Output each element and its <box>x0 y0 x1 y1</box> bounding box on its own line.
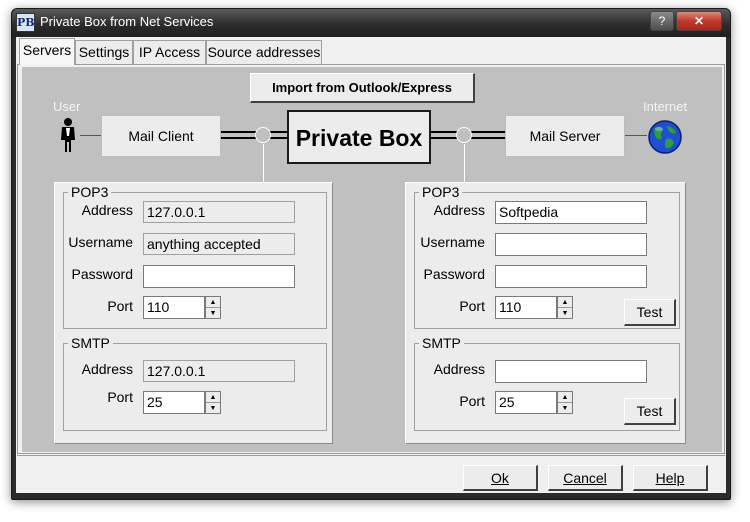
left-pop3-port-stepper[interactable]: ▲ ▼ <box>205 296 221 319</box>
server-link-node <box>456 127 472 143</box>
tab-settings[interactable]: Settings <box>75 40 133 64</box>
right-pop3-username-field[interactable] <box>495 233 647 256</box>
mail-client-box: Mail Client <box>101 115 221 157</box>
right-smtp-port-label: Port <box>459 393 485 409</box>
right-pop3-username-label: Username <box>420 234 485 250</box>
client-link-node <box>255 127 271 143</box>
cancel-button[interactable]: Cancel <box>548 465 623 491</box>
mail-server-box: Mail Server <box>505 115 625 157</box>
client-link-bottom <box>221 137 287 139</box>
stepper-down-icon[interactable]: ▼ <box>558 403 572 414</box>
private-box-node: Private Box <box>287 110 431 164</box>
window-title: Private Box from Net Services <box>40 14 214 29</box>
right-smtp-port-field[interactable]: 25 <box>495 391 557 414</box>
stepper-up-icon[interactable]: ▲ <box>558 297 572 308</box>
stepper-down-icon[interactable]: ▼ <box>206 308 220 319</box>
right-pop3-port-field[interactable]: 110 <box>495 296 557 319</box>
right-pop3-address-label: Address <box>433 202 485 218</box>
client-link-drop <box>263 144 264 182</box>
ok-button[interactable]: Ok <box>463 465 538 491</box>
help-title-button[interactable]: ? <box>650 11 674 31</box>
import-outlook-button[interactable]: Import from Outlook/Express <box>250 73 475 103</box>
right-smtp-port-stepper[interactable]: ▲ ▼ <box>557 391 573 414</box>
footer-divider <box>17 455 725 456</box>
tab-servers[interactable]: Servers <box>19 38 75 65</box>
internet-connector <box>625 135 647 136</box>
user-icon <box>61 118 75 152</box>
stepper-up-icon[interactable]: ▲ <box>558 392 572 403</box>
left-pop3-address-label: Address <box>81 202 133 218</box>
right-smtp-address-label: Address <box>433 361 485 377</box>
left-pop3-password-label: Password <box>71 266 133 282</box>
close-button[interactable]: ✕ <box>676 11 722 31</box>
right-pop3-password-field[interactable] <box>495 265 647 288</box>
client-link-top <box>221 131 287 133</box>
globe-icon <box>648 120 682 154</box>
left-smtp-group <box>63 343 327 431</box>
smtp-test-button[interactable]: Test <box>624 398 676 425</box>
user-connector <box>80 135 101 136</box>
stepper-down-icon[interactable]: ▼ <box>558 308 572 319</box>
right-pop3-port-label: Port <box>459 298 485 314</box>
left-smtp-port-stepper[interactable]: ▲ ▼ <box>205 391 221 414</box>
right-pop3-port-stepper[interactable]: ▲ ▼ <box>557 296 573 319</box>
right-pop3-address-field[interactable]: Softpedia <box>495 201 647 224</box>
left-smtp-address-label: Address <box>81 361 133 377</box>
left-pop3-port-label: Port <box>107 298 133 314</box>
left-pop3-username-field[interactable]: anything accepted <box>143 233 295 255</box>
server-link-drop <box>464 144 465 182</box>
stepper-up-icon[interactable]: ▲ <box>206 297 220 308</box>
left-smtp-address-field[interactable]: 127.0.0.1 <box>143 360 295 382</box>
help-button[interactable]: Help <box>633 465 708 491</box>
tab-source-addresses[interactable]: Source addresses <box>206 40 322 64</box>
left-pop3-legend: POP3 <box>68 185 112 199</box>
right-smtp-address-field[interactable] <box>495 360 647 383</box>
left-pop3-port-field[interactable]: 110 <box>143 296 205 319</box>
pop3-test-button[interactable]: Test <box>624 299 676 326</box>
right-smtp-legend: SMTP <box>419 336 464 350</box>
tab-ip-access[interactable]: IP Access <box>133 40 206 64</box>
left-smtp-port-field[interactable]: 25 <box>143 391 205 414</box>
stepper-down-icon[interactable]: ▼ <box>206 403 220 414</box>
right-pop3-legend: POP3 <box>419 185 463 199</box>
left-smtp-port-label: Port <box>107 389 133 405</box>
right-pop3-password-label: Password <box>423 266 485 282</box>
left-smtp-legend: SMTP <box>68 336 113 350</box>
stepper-up-icon[interactable]: ▲ <box>206 392 220 403</box>
internet-label: Internet <box>643 99 688 114</box>
app-icon: PB <box>16 13 35 32</box>
left-pop3-password-field[interactable] <box>143 265 295 288</box>
left-pop3-username-label: Username <box>68 234 133 250</box>
user-label: User <box>53 99 81 114</box>
left-pop3-address-field[interactable]: 127.0.0.1 <box>143 201 295 223</box>
